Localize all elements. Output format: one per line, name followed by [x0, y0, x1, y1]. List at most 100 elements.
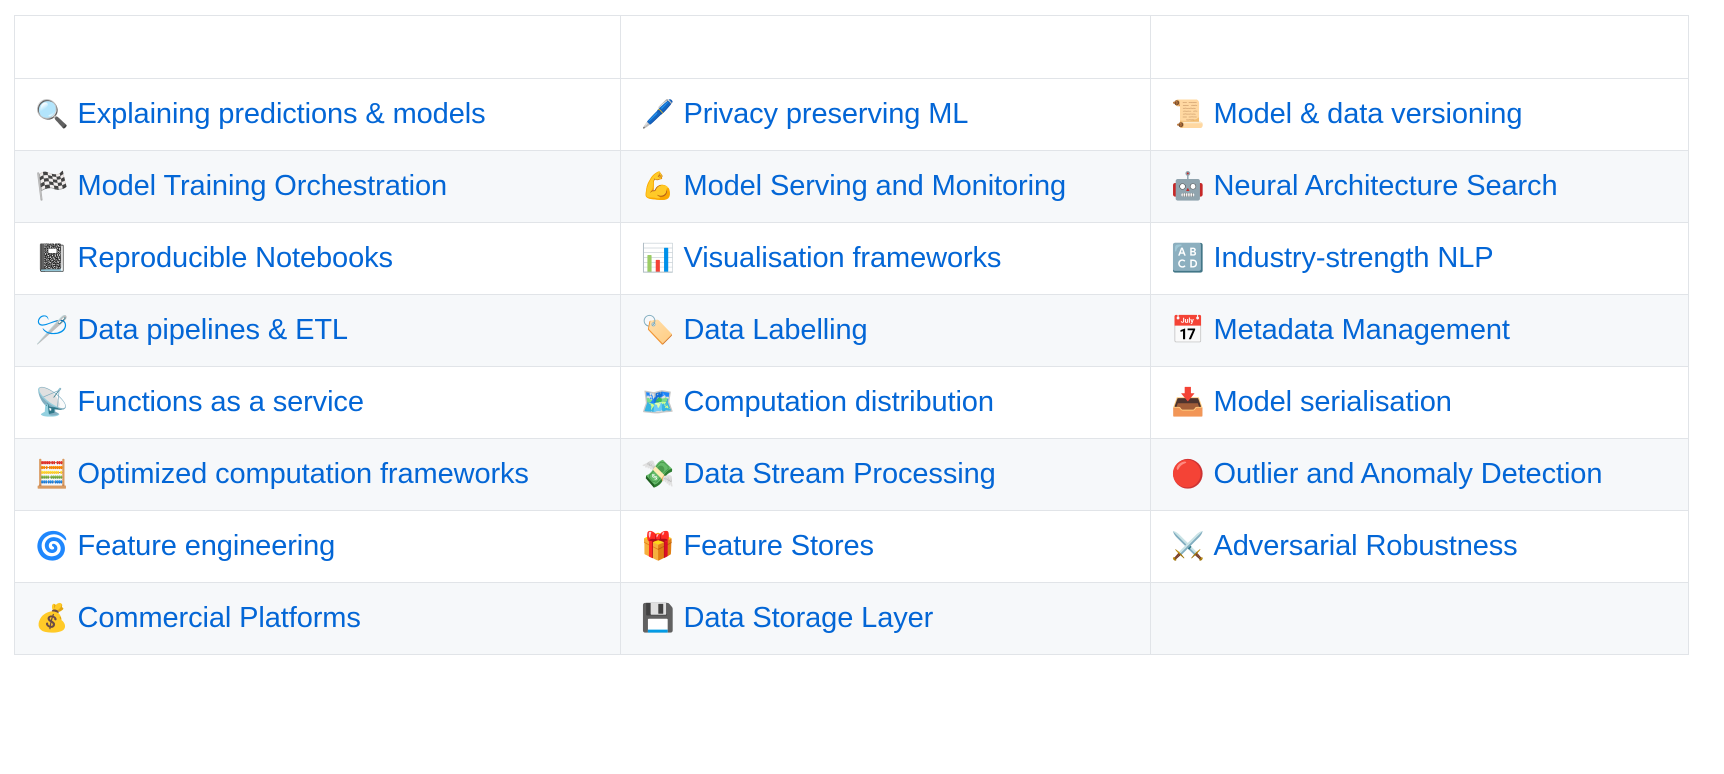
table-header — [14, 15, 1689, 79]
cell-content: 🏷️ Data Labelling — [621, 295, 1150, 366]
column-header-1-label — [15, 16, 620, 78]
table-cell: 🔠 Industry-strength NLP — [1150, 222, 1689, 295]
flexed-biceps-icon: 💪 — [641, 171, 675, 202]
table-row: 📓 Reproducible Notebooks 📊 Visualisation fr… — [14, 222, 1689, 295]
category-link-label: Functions as a service — [77, 386, 364, 418]
cell-content: 💪 Model Serving and Monitoring — [621, 151, 1150, 222]
table-cell: 🖊️ Privacy preserving ML — [620, 78, 1151, 151]
table-cell: 🗺️ Computation distribution — [620, 366, 1151, 439]
crossed-swords-icon: ⚔️ — [1171, 531, 1205, 562]
cell-content: 🎁 Feature Stores — [621, 511, 1150, 582]
category-link[interactable]: 🧮 Optimized computation frameworks — [35, 458, 529, 490]
ml-ecosystem-table-wrapper: 🔍 Explaining predictions & models 🖊️ Privac… — [14, 15, 1689, 655]
category-link[interactable]: 💸 Data Stream Processing — [641, 458, 996, 490]
table-cell: 📓 Reproducible Notebooks — [14, 222, 621, 295]
cell-content: 📡 Functions as a service — [15, 367, 620, 438]
table-body: 🔍 Explaining predictions & models 🖊️ Privac… — [14, 78, 1689, 655]
category-link-label: Model & data versioning — [1213, 98, 1523, 130]
category-link-label: Feature Stores — [683, 530, 875, 562]
ml-ecosystem-table: 🔍 Explaining predictions & models 🖊️ Privac… — [14, 15, 1689, 655]
category-link[interactable]: 🪡 Data pipelines & ETL — [35, 314, 348, 346]
scroll-icon: 📜 — [1171, 99, 1205, 130]
thread-spool-icon: 🪡 — [35, 315, 69, 346]
column-header-3-label — [1151, 16, 1688, 78]
category-link[interactable]: 📊 Visualisation frameworks — [641, 242, 1001, 274]
table-cell: 📥 Model serialisation — [1150, 366, 1689, 439]
cell-content: 📓 Reproducible Notebooks — [15, 223, 620, 294]
table-cell: 🔍 Explaining predictions & models — [14, 78, 621, 151]
table-cell: 🧮 Optimized computation frameworks — [14, 438, 621, 511]
category-link[interactable]: 📅 Metadata Management — [1171, 314, 1510, 346]
category-link[interactable]: 📥 Model serialisation — [1171, 386, 1452, 418]
category-link-label: Model Training Orchestration — [77, 170, 448, 202]
category-link-label: Industry-strength NLP — [1213, 242, 1494, 274]
category-link[interactable]: 📓 Reproducible Notebooks — [35, 242, 393, 274]
category-link[interactable]: 🔍 Explaining predictions & models — [35, 98, 486, 130]
category-link-label: Neural Architecture Search — [1213, 170, 1558, 202]
category-link-label: Privacy preserving ML — [683, 98, 969, 130]
table-row: 🏁 Model Training Orchestration 💪 Model Serv… — [14, 150, 1689, 223]
category-link-label: Explaining predictions & models — [77, 98, 486, 130]
category-link[interactable]: 💪 Model Serving and Monitoring — [641, 170, 1066, 202]
table-cell: ⚔️ Adversarial Robustness — [1150, 510, 1689, 583]
table-cell: 💰 Commercial Platforms — [14, 582, 621, 655]
category-link[interactable]: 🎁 Feature Stores — [641, 530, 874, 562]
category-link[interactable]: 🏷️ Data Labelling — [641, 314, 868, 346]
table-cell: 🪡 Data pipelines & ETL — [14, 294, 621, 367]
cell-content: 🤖 Neural Architecture Search — [1151, 151, 1688, 222]
table-cell: 📊 Visualisation frameworks — [620, 222, 1151, 295]
cell-content: ⚔️ Adversarial Robustness — [1151, 511, 1688, 582]
table-row: 💰 Commercial Platforms 💾 Data Storage Layer — [14, 582, 1689, 655]
column-header-1 — [14, 15, 621, 79]
column-header-2-label — [621, 16, 1150, 78]
category-link-label: Computation distribution — [683, 386, 994, 418]
wrapped-gift-icon: 🎁 — [641, 531, 675, 562]
robot-icon: 🤖 — [1171, 171, 1205, 202]
category-link[interactable]: 🔠 Industry-strength NLP — [1171, 242, 1494, 274]
table-cell: 🎁 Feature Stores — [620, 510, 1151, 583]
locked-with-pen-icon: 🖊️ — [641, 99, 675, 130]
cell-content — [1151, 588, 1688, 650]
category-link[interactable]: 🖊️ Privacy preserving ML — [641, 98, 968, 130]
cell-content: 📜 Model & data versioning — [1151, 79, 1688, 150]
category-link[interactable]: 🌀 Feature engineering — [35, 530, 335, 562]
category-link[interactable]: 🔴 Outlier and Anomaly Detection — [1171, 458, 1602, 490]
category-link-label: Data Labelling — [683, 314, 868, 346]
table-row: 🪡 Data pipelines & ETL 🏷️ Data Labelling 📅 Me… — [14, 294, 1689, 367]
table-header-row — [14, 15, 1689, 79]
cell-content: 🏁 Model Training Orchestration — [15, 151, 620, 222]
inbox-tray-icon: 📥 — [1171, 387, 1205, 418]
cell-content: 💾 Data Storage Layer — [621, 583, 1150, 654]
cell-content: 📅 Metadata Management — [1151, 295, 1688, 366]
table-cell: 📅 Metadata Management — [1150, 294, 1689, 367]
table-row: 🔍 Explaining predictions & models 🖊️ Privac… — [14, 78, 1689, 151]
chequered-flag-icon: 🏁 — [35, 171, 69, 202]
category-link-label: Metadata Management — [1213, 314, 1510, 346]
category-link[interactable]: 📡 Functions as a service — [35, 386, 364, 418]
category-link[interactable]: 🏁 Model Training Orchestration — [35, 170, 447, 202]
category-link-label: Visualisation frameworks — [683, 242, 1002, 274]
label-tag-icon: 🏷️ — [641, 315, 675, 346]
bar-chart-icon: 📊 — [641, 243, 675, 274]
category-link-label: Adversarial Robustness — [1213, 530, 1518, 562]
table-row: 🧮 Optimized computation frameworks 💸 Data S… — [14, 438, 1689, 511]
money-with-wings-icon: 💸 — [641, 459, 675, 490]
category-link[interactable]: 💰 Commercial Platforms — [35, 602, 361, 634]
category-link-label: Commercial Platforms — [77, 602, 361, 634]
category-link[interactable]: 🗺️ Computation distribution — [641, 386, 994, 418]
input-latin-uppercase-icon: 🔠 — [1171, 243, 1205, 274]
table-cell: 🔴 Outlier and Anomaly Detection — [1150, 438, 1689, 511]
category-link-label: Data Storage Layer — [683, 602, 934, 634]
table-row: 🌀 Feature engineering 🎁 Feature Stores ⚔️ Adv… — [14, 510, 1689, 583]
category-link[interactable]: 💾 Data Storage Layer — [641, 602, 933, 634]
category-link[interactable]: ⚔️ Adversarial Robustness — [1171, 530, 1518, 562]
cell-content: 🔍 Explaining predictions & models — [15, 79, 620, 150]
table-cell: 📜 Model & data versioning — [1150, 78, 1689, 151]
table-cell: 🏁 Model Training Orchestration — [14, 150, 621, 223]
money-bag-icon: 💰 — [35, 603, 69, 634]
cell-content: 🧮 Optimized computation frameworks — [15, 439, 620, 510]
cell-content: 🖊️ Privacy preserving ML — [621, 79, 1150, 150]
magnifying-glass-icon: 🔍 — [35, 99, 69, 130]
category-link[interactable]: 🤖 Neural Architecture Search — [1171, 170, 1558, 202]
category-link[interactable]: 📜 Model & data versioning — [1171, 98, 1522, 130]
